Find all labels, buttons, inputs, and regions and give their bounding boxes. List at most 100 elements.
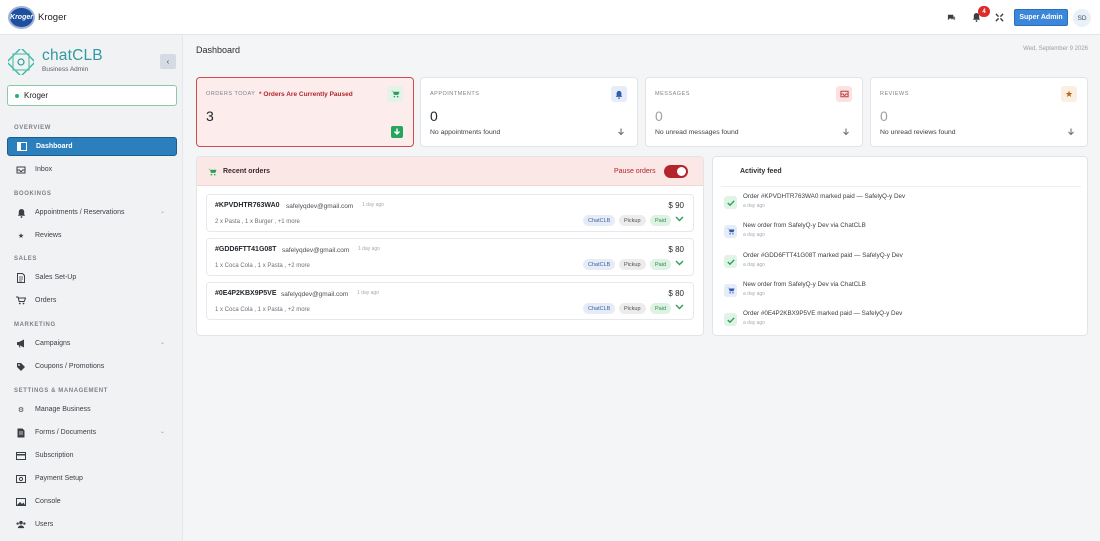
sidebar-item-reviews[interactable]: ★ Reviews [7,226,177,245]
chevron-left-icon: ‹ [166,57,170,66]
card-value: 0 [430,108,438,124]
card-value: 3 [206,108,214,124]
business-name: Kroger [24,91,49,100]
section-marketing: MARKETING [14,322,56,328]
chevron-down-icon: ⌄ [159,429,165,435]
fulfillment-badge: Pickup [619,303,646,314]
bell-icon [16,208,26,218]
activity-item[interactable]: Order #GDD6FTT41G08T marked paid — Safel… [724,252,1084,278]
card-value: 0 [655,108,663,124]
activity-text: Order #GDD6FTT41G08T marked paid — Safel… [743,252,903,259]
chevron-down-icon[interactable] [675,260,684,268]
download-icon[interactable] [391,126,403,138]
card-label: APPOINTMENTS [430,91,480,97]
sidebar-item-label: Dashboard [36,143,73,150]
sidebar-item-orders[interactable]: Orders [7,291,177,310]
activity-feed-title: Activity feed [740,168,782,175]
activity-time: a day ago [743,232,765,238]
order-card[interactable]: #0E4P2KBX9P5VE safelyqdev@gmail.com 1 da… [206,282,694,320]
order-email: safelyqdev@gmail.com [286,203,354,210]
gear-icon: ⚙ [17,406,25,414]
avatar[interactable]: SD [1073,9,1091,27]
sidebar-item-subscription[interactable]: Subscription [7,446,177,465]
activity-text: Order #KPVDHTR763WA0 marked paid — Safel… [743,193,906,200]
fullscreen-icon[interactable] [993,11,1005,23]
activity-time: a day ago [743,291,765,297]
sidebar-item-label: Orders [35,297,57,304]
sidebar-item-dashboard[interactable]: Dashboard [7,137,177,156]
collapse-sidebar-button[interactable]: ‹ [160,54,176,69]
sidebar-item-label: Users [35,521,54,528]
activity-item[interactable]: New order from SafelyQ-y Dev via ChatCLB… [724,222,1084,248]
sidebar-item-manage-business[interactable]: ⚙ Manage Business [7,400,177,419]
kroger-logo[interactable]: Kroger [8,6,35,29]
card-label: MESSAGES [655,91,690,97]
sidebar-item-console[interactable]: Console [7,492,177,511]
sidebar-item-appointments[interactable]: Appointments / Reservations ⌄ [7,203,177,222]
sidebar-item-label: Coupons / Promotions [35,363,105,370]
order-items: 2 x Pasta , 1 x Burger , +1 more [215,219,300,225]
sidebar-item-coupons[interactable]: Coupons / Promotions [7,357,177,376]
sidebar-item-label: Subscription [35,452,74,459]
business-selector[interactable]: Kroger [7,85,177,106]
sidebar-item-label: Reviews [35,232,62,239]
reviews-card[interactable]: REVIEWS 0 No unread reviews found ★ [870,77,1088,147]
sidebar-item-sales-setup[interactable]: Sales Set-Up [7,268,177,287]
order-time: 1 day ago [357,290,379,296]
order-card[interactable]: #KPVDHTR763WA0 safelyqdev@gmail.com 1 da… [206,194,694,232]
activity-item[interactable]: Order #0E4P2KBX9P5VE marked paid — Safel… [724,310,1084,336]
document-icon [16,272,26,283]
activity-item[interactable]: New order from SafelyQ-y Dev via ChatCLB… [724,281,1084,307]
sidebar-item-label: Inbox [35,166,53,173]
activity-time: a day ago [743,203,765,209]
arrow-down-icon[interactable] [1065,126,1077,138]
messages-card[interactable]: MESSAGES 0 No unread messages found [645,77,863,147]
pause-orders-toggle[interactable] [664,165,688,178]
image-icon [16,497,26,507]
arrow-down-icon[interactable] [615,126,627,138]
sidebar-item-inbox[interactable]: Inbox [7,160,177,179]
chevron-down-icon[interactable] [675,304,684,312]
appointments-card[interactable]: APPOINTMENTS 0 No appointments found [420,77,638,147]
activity-text: New order from SafelyQ-y Dev via ChatCLB [743,222,866,229]
chatclb-logo-icon [8,49,34,75]
arrow-down-icon[interactable] [840,126,852,138]
activity-time: a day ago [743,320,765,326]
activity-item[interactable]: Order #KPVDHTR763WA0 marked paid — Safel… [724,193,1084,219]
sidebar-item-users[interactable]: Users [7,515,177,534]
order-card[interactable]: #GDD6FTT41G08T safelyqdev@gmail.com 1 da… [206,238,694,276]
super-admin-button[interactable]: Super Admin [1014,9,1068,26]
activity-text: New order from SafelyQ-y Dev via ChatCLB [743,281,866,288]
chevron-down-icon[interactable] [675,216,684,224]
cart-icon [724,225,737,238]
chevron-down-icon: ⌄ [159,340,165,346]
order-time: 1 day ago [362,202,384,208]
brand-name: Kroger [38,12,67,23]
chat-icon[interactable] [945,11,957,23]
order-email: safelyqdev@gmail.com [282,247,350,254]
order-id: #GDD6FTT41G08T [215,246,277,253]
cart-icon [387,86,403,102]
card-label: ORDERS TODAY [206,91,256,97]
megaphone-icon [16,339,26,349]
inbox-icon [836,86,852,102]
sidebar-item-campaigns[interactable]: Campaigns ⌄ [7,334,177,353]
section-bookings: BOOKINGS [14,191,52,197]
recent-orders-title: Recent orders [223,168,271,175]
sidebar-item-label: Payment Setup [35,475,83,482]
payment-status-badge: Paid [650,303,672,314]
order-price: $ 80 [668,245,684,254]
star-icon: ★ [17,232,25,240]
top-bar: Kroger Kroger 4 Super Admin SD [0,0,1100,35]
sidebar-item-payment-setup[interactable]: Payment Setup [7,469,177,488]
pause-orders-label: Pause orders [614,168,656,175]
orders-today-card[interactable]: ORDERS TODAY * Orders Are Currently Paus… [196,77,414,147]
page-date: Wed, September 9 2026 [1023,46,1088,52]
activity-time: a day ago [743,262,765,268]
activity-text: Order #0E4P2KBX9P5VE marked paid — Safel… [743,310,903,317]
sidebar-item-forms[interactable]: Forms / Documents ⌄ [7,423,177,442]
money-icon [16,474,26,484]
order-id: #0E4P2KBX9P5VE [215,290,277,297]
channel-badge: ChatCLB [583,259,616,270]
order-time: 1 day ago [358,246,380,252]
